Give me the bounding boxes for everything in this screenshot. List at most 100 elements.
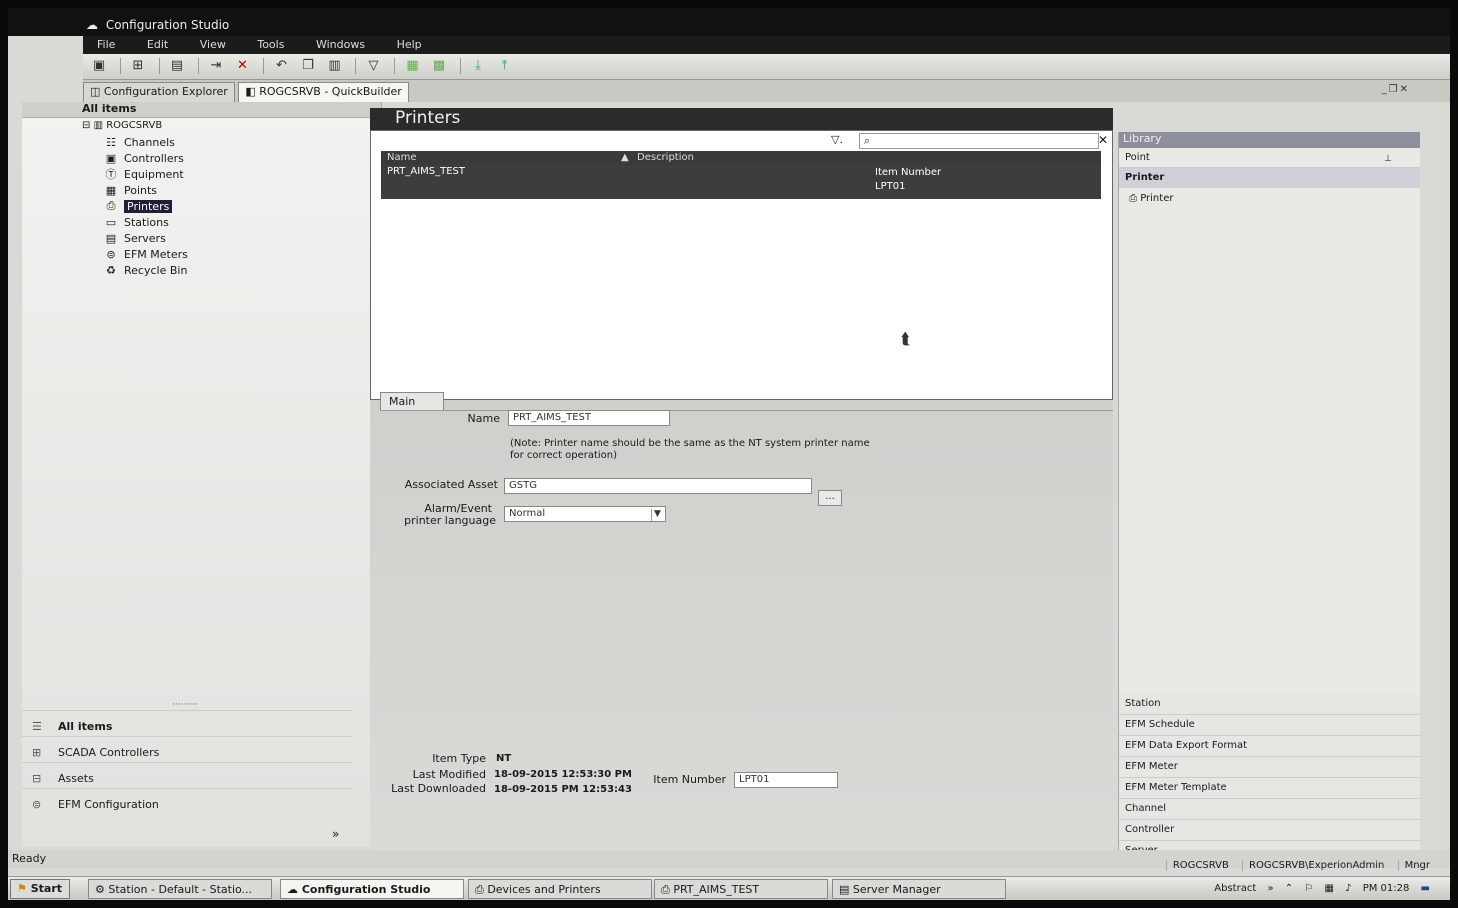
printers-grid: ▽. ⌕ ✕ Name ▲ Description PRT_AIMS_TEST … — [370, 130, 1113, 400]
library-item-point[interactable]: Point — [1119, 148, 1420, 168]
volume-icon[interactable]: ♪ — [1345, 883, 1351, 894]
export-icon[interactable]: ⤒ — [495, 57, 515, 75]
library-item-controller[interactable]: Controller — [1119, 820, 1420, 841]
menu-tools[interactable]: Tools — [257, 38, 284, 51]
taskbar-item-prt-aims-test[interactable]: ⎙ PRT_AIMS_TEST — [654, 879, 828, 899]
flag-icon[interactable]: ⚐ — [1304, 883, 1313, 894]
pin-icon[interactable]: ⊥ — [1384, 154, 1392, 164]
tree-item-channels[interactable]: ☷ Channels — [104, 134, 188, 150]
item-number-field[interactable]: LPT01 — [734, 772, 838, 788]
library-item-station[interactable]: Station — [1119, 694, 1420, 715]
tree-item-servers[interactable]: ▤ Servers — [104, 230, 188, 246]
table-row[interactable]: PRT_AIMS_TEST Item Number LPT01 — [381, 165, 1101, 199]
taskbar-item-server-manager[interactable]: ▤ Server Manager — [832, 879, 1006, 899]
tree-root-label: ROGCSRVB — [106, 120, 163, 131]
printer-language-select[interactable]: Normal ▼ — [504, 506, 666, 522]
network-icon[interactable]: ⊞ — [128, 57, 148, 75]
library-item-printer[interactable]: Printer — [1119, 168, 1420, 188]
filter-icon[interactable]: ▽. — [831, 133, 843, 146]
tree-item-efm-meters[interactable]: ⊜ EFM Meters — [104, 246, 187, 262]
tree-item-stations[interactable]: ▭ Stations — [104, 214, 188, 230]
splitter-grip[interactable]: ········· — [172, 700, 198, 710]
menu-windows[interactable]: Windows — [316, 38, 365, 51]
meter-icon: ⊜ — [106, 247, 116, 261]
network-icon: ⊞ — [32, 745, 42, 759]
tray-toolbar-label[interactable]: Abstract — [1214, 883, 1256, 894]
tab-divider — [380, 410, 1113, 411]
explorer-icon[interactable]: ▣ — [89, 57, 109, 75]
undo-icon[interactable]: ↶ — [272, 57, 292, 75]
sort-ascending-icon[interactable]: ▲ — [621, 152, 629, 163]
library-item-efm-schedule[interactable]: EFM Schedule — [1119, 715, 1420, 736]
tree-item-equipment[interactable]: Ⓣ Equipment — [104, 166, 188, 182]
delete-icon[interactable]: ✕ — [233, 57, 253, 75]
save-icon[interactable]: ▤ — [167, 57, 187, 75]
library-item-efm-meter-template[interactable]: EFM Meter Template — [1119, 778, 1420, 799]
tree-root[interactable]: ⊟ ▥ ROGCSRVB — [82, 120, 188, 131]
expand-chevron-icon[interactable]: » — [332, 827, 339, 841]
tree-item-controllers[interactable]: ▣ Controllers — [104, 150, 188, 166]
import-icon[interactable]: ⤓ — [468, 57, 488, 75]
start-button[interactable]: ⚑ Start — [10, 879, 70, 899]
close-icon[interactable]: ✕ — [1098, 133, 1108, 147]
nav-efm-configuration[interactable]: ⊜ EFM Configuration — [22, 788, 352, 814]
menu-edit[interactable]: Edit — [147, 38, 168, 51]
keyboard-language-icon[interactable]: ▬ — [1421, 883, 1430, 894]
associated-asset-field[interactable]: GSTG — [504, 478, 812, 494]
tree-item-printers[interactable]: ⎙ Printers — [104, 198, 188, 214]
download-icon[interactable]: ⇥ — [206, 57, 226, 75]
chevron-right-icon[interactable]: » — [1267, 883, 1273, 894]
tab-label: ROGCSRVB - QuickBuilder — [259, 85, 402, 98]
explorer-panel: All items ⊟ ▥ ROGCSRVB ☷ Channels ▣ Contro… — [22, 102, 382, 847]
close-icon[interactable]: ✕ — [1400, 84, 1410, 95]
server-icon: ▥ — [93, 120, 104, 131]
menu-view[interactable]: View — [200, 38, 226, 51]
tab-main[interactable]: Main — [380, 392, 444, 410]
nav-assets[interactable]: ⊟ Assets — [22, 762, 352, 788]
name-field[interactable]: PRT_AIMS_TEST — [508, 410, 670, 426]
library-panel: Library ⊥ Point Printer ⎙ Printer Statio… — [1118, 132, 1420, 862]
taskbar-item-devices-printers[interactable]: ⎙ Devices and Printers — [468, 879, 652, 899]
clock[interactable]: PM 01:28 — [1363, 883, 1410, 894]
column-header-item-number[interactable]: Item Number — [875, 167, 941, 178]
library-item-efm-meter[interactable]: EFM Meter — [1119, 757, 1420, 778]
grid-header: Name ▲ Description — [381, 151, 1101, 165]
tray-up-icon[interactable]: ⌃ — [1285, 883, 1293, 894]
paste-icon[interactable]: ▥ — [325, 57, 345, 75]
tab-quickbuilder[interactable]: ◧ ROGCSRVB - QuickBuilder — [238, 82, 409, 102]
tab-configuration-explorer[interactable]: ◫ Configuration Explorer — [83, 82, 235, 102]
library-categories: Station EFM Schedule EFM Data Export For… — [1119, 694, 1420, 862]
item-number-label: Item Number — [653, 773, 726, 786]
menu-bar: File Edit View Tools Windows Help — [83, 36, 1450, 54]
window-controls: _❐✕ — [1382, 84, 1410, 95]
taskbar-item-station[interactable]: ⚙ Station - Default - Statio... — [88, 879, 272, 899]
minimize-icon[interactable]: _ — [1382, 84, 1389, 95]
search-input[interactable]: ⌕ — [859, 133, 1099, 149]
browse-asset-button[interactable]: ... — [818, 490, 842, 506]
copy-icon[interactable]: ❐ — [298, 57, 318, 75]
tree-item-points[interactable]: ▦ Points — [104, 182, 188, 198]
filter-icon[interactable]: ▽ — [364, 57, 384, 75]
tree-item-recycle-bin[interactable]: ♻ Recycle Bin — [104, 262, 188, 278]
printer-language-label: printer language — [404, 514, 496, 527]
collapse-icon[interactable]: ⊟ — [82, 120, 90, 131]
library-item-channel[interactable]: Channel — [1119, 799, 1420, 820]
menu-help[interactable]: Help — [397, 38, 422, 51]
taskbar-item-configuration-studio[interactable]: ☁ Configuration Studio — [280, 879, 464, 899]
printer-detail-form: Main Name PRT_AIMS_TEST (Note: Printer n… — [370, 392, 1113, 850]
menu-file[interactable]: File — [97, 38, 115, 51]
build-all-icon[interactable]: ▩ — [429, 57, 449, 75]
nav-scada-controllers[interactable]: ⊞ SCADA Controllers — [22, 736, 352, 762]
library-printer-template[interactable]: ⎙ Printer — [1119, 188, 1420, 210]
nav-all-items[interactable]: ☰ All items — [22, 710, 352, 736]
search-icon: ⌕ — [864, 134, 871, 147]
status-text: Ready — [12, 852, 47, 865]
network-status-icon[interactable]: ▦ — [1324, 883, 1333, 894]
column-header-name[interactable]: Name — [387, 152, 417, 163]
build-icon[interactable]: ▦ — [403, 57, 423, 75]
chevron-down-icon[interactable]: ▼ — [651, 509, 663, 521]
restore-icon[interactable]: ❐ — [1389, 84, 1400, 95]
item-type-value: NT — [496, 753, 512, 764]
library-item-efm-data-export-format[interactable]: EFM Data Export Format — [1119, 736, 1420, 757]
column-header-description[interactable]: Description — [637, 152, 694, 163]
